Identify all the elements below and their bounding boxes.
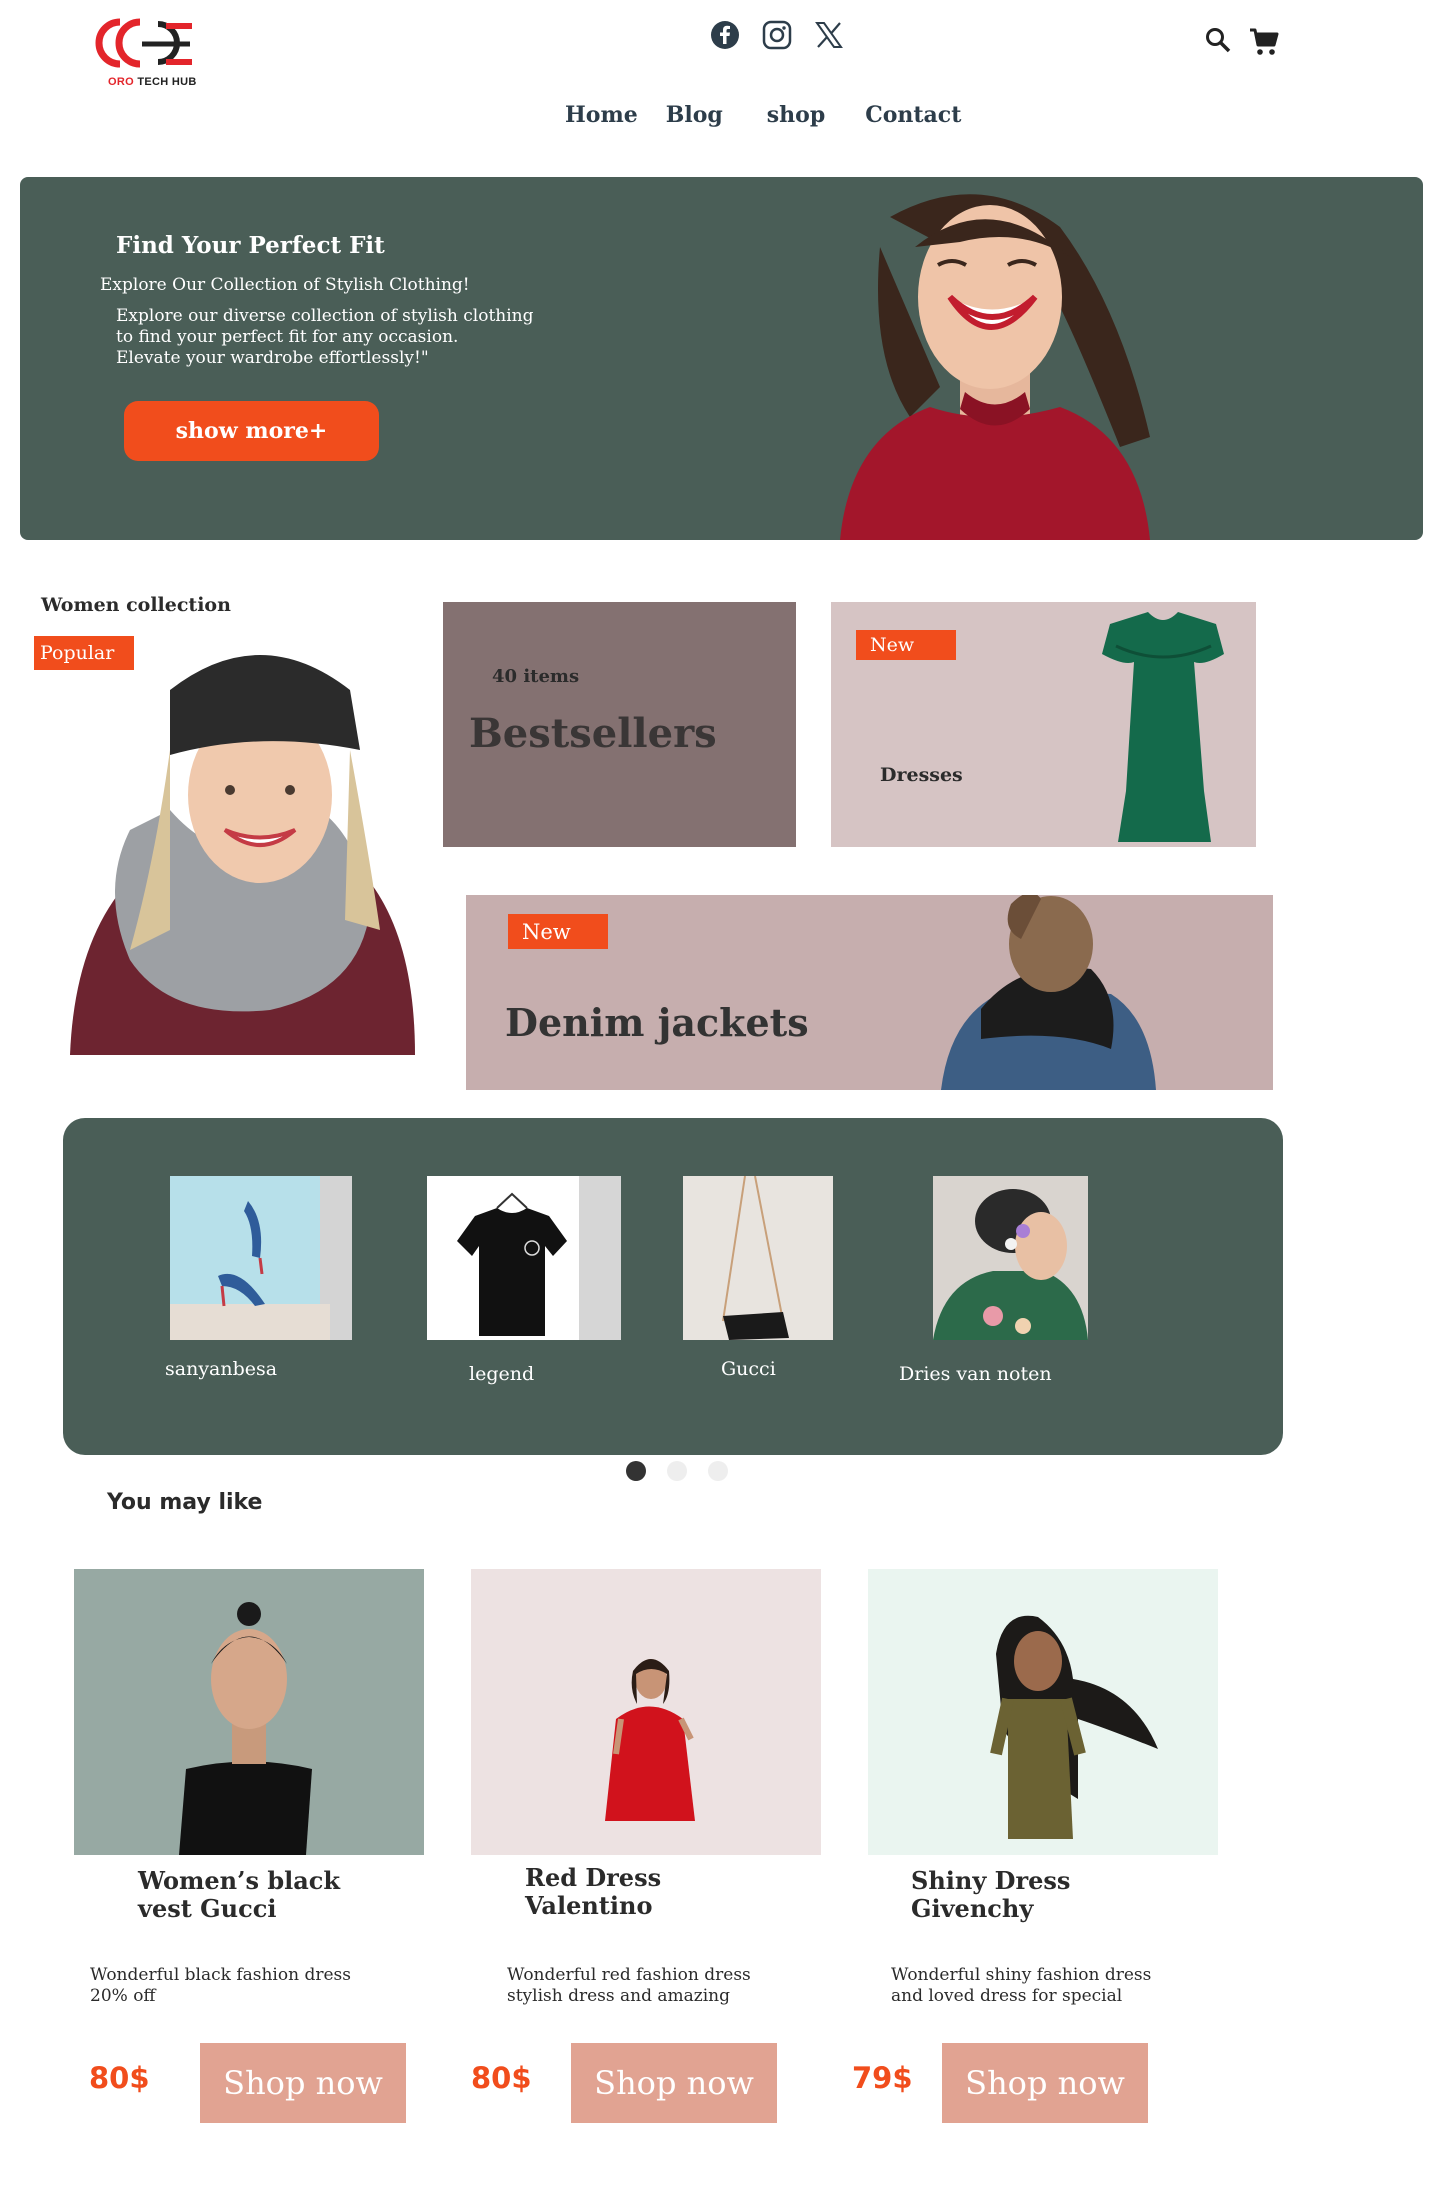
instagram-icon[interactable] [762, 20, 792, 50]
product-desc: Wonderful red fashion dress stylish dres… [507, 1965, 751, 2006]
brands-carousel: sanyanbesa legend Gucci Dries van noten [63, 1118, 1283, 1455]
hero-model-image [840, 194, 1150, 540]
show-more-button[interactable]: show more+ [124, 401, 379, 461]
brand-name-sanyanbesa[interactable]: sanyanbesa [165, 1358, 277, 1380]
brand-thumb-sanyanbesa[interactable] [170, 1176, 352, 1340]
brand-name: ORO TECH HUB [108, 76, 197, 88]
brand-logo[interactable]: ORO TECH HUB [88, 14, 200, 94]
product-title[interactable]: Women’s black vest Gucci [138, 1867, 340, 1923]
product-title[interactable]: Red Dress Valentino [525, 1864, 661, 1920]
dresses-card[interactable]: New Dresses [831, 602, 1256, 847]
search-icon[interactable] [1204, 26, 1232, 62]
hero-banner: Find Your Perfect Fit Explore Our Collec… [20, 177, 1423, 540]
product-price: 79$ [852, 2061, 913, 2095]
logo-mark-icon [95, 18, 192, 68]
dress-image [1102, 612, 1224, 842]
nav-home[interactable]: Home [565, 102, 638, 128]
brand-name-dries-van-noten[interactable]: Dries van noten [899, 1363, 1052, 1385]
product-title[interactable]: Shiny Dress Givenchy [911, 1867, 1070, 1923]
collection-title: Women collection [41, 594, 231, 616]
denim-title: Denim jackets [505, 1000, 809, 1045]
carousel-pagination [626, 1461, 728, 1481]
product-price: 80$ [471, 2061, 532, 2095]
hero-subtitle: Explore Our Collection of Stylish Clothi… [100, 275, 470, 295]
brand-thumb-gucci[interactable] [683, 1176, 833, 1340]
hero-body: Explore our diverse collection of stylis… [116, 306, 534, 368]
social-links [710, 20, 844, 50]
pagination-dot-1[interactable] [626, 1461, 646, 1481]
product-image-shiny-dress[interactable] [868, 1569, 1218, 1855]
header-tools [1204, 26, 1280, 62]
women-collection-image[interactable] [60, 630, 420, 1055]
brand-name-gucci[interactable]: Gucci [721, 1358, 776, 1380]
shop-now-button[interactable]: Shop now [200, 2043, 406, 2123]
bestsellers-title: Bestsellers [469, 710, 717, 757]
you-may-like-title: You may like [107, 1490, 263, 1515]
main-nav: Home Blog shop Contact [565, 102, 961, 128]
brand-thumb-dries-van-noten[interactable] [933, 1176, 1088, 1340]
facebook-icon[interactable] [710, 20, 740, 50]
product-image-black-vest[interactable] [74, 1569, 424, 1855]
hero-title: Find Your Perfect Fit [116, 232, 385, 259]
product-price: 80$ [89, 2061, 150, 2095]
brand-thumb-legend[interactable] [427, 1176, 621, 1340]
nav-blog[interactable]: Blog [666, 102, 723, 128]
new-badge: New [508, 914, 608, 949]
brand-name-dark: TECH HUB [137, 76, 197, 88]
bestsellers-count: 40 items [492, 666, 580, 687]
nav-contact[interactable]: Contact [865, 102, 961, 128]
shop-now-button[interactable]: Shop now [571, 2043, 777, 2123]
denim-jackets-card[interactable]: New Denim jackets [466, 895, 1273, 1090]
product-desc: Wonderful black fashion dress 20% off [90, 1965, 351, 2006]
cart-icon[interactable] [1248, 26, 1280, 62]
new-badge: New [856, 630, 956, 660]
pagination-dot-3[interactable] [708, 1461, 728, 1481]
pagination-dot-2[interactable] [667, 1461, 687, 1481]
product-desc: Wonderful shiny fashion dress and loved … [891, 1965, 1152, 2006]
brand-name-legend[interactable]: legend [469, 1363, 534, 1385]
bestsellers-card[interactable]: 40 items Bestsellers [443, 602, 796, 847]
brand-name-red: ORO [108, 76, 134, 88]
product-image-red-dress[interactable] [471, 1569, 821, 1855]
x-icon[interactable] [814, 20, 844, 50]
denim-model-image [941, 895, 1156, 1090]
shop-now-button[interactable]: Shop now [942, 2043, 1148, 2123]
nav-shop[interactable]: shop [767, 102, 825, 128]
dresses-title: Dresses [880, 764, 963, 786]
